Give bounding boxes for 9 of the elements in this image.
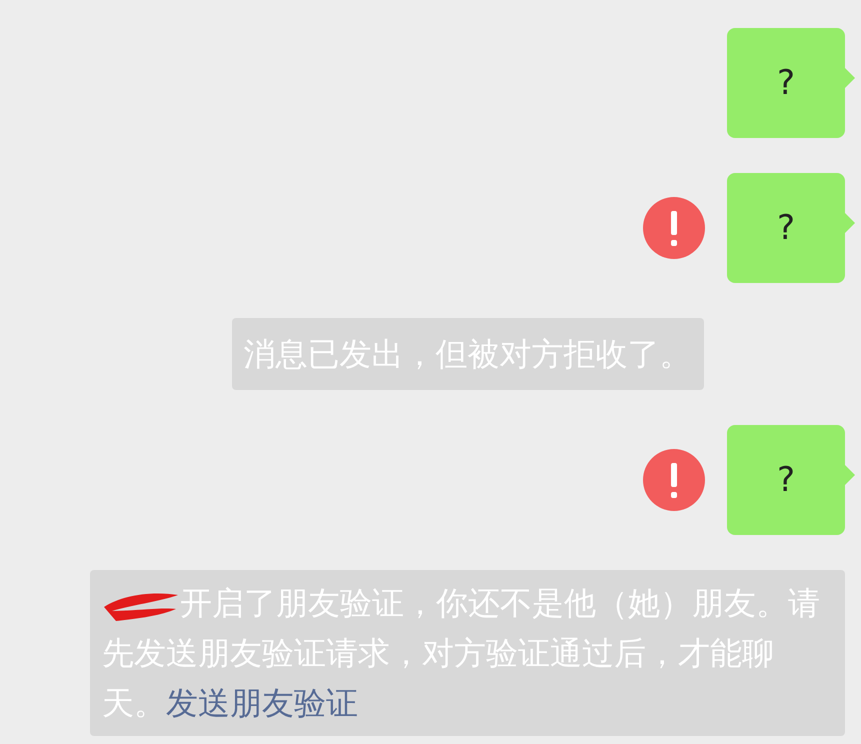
message-bubble: ? — [727, 425, 845, 535]
message-bubble: ? — [727, 173, 845, 283]
message-bubble: ? — [727, 28, 845, 138]
bubble-tail — [845, 465, 855, 485]
bubble-tail — [845, 68, 855, 88]
bubble-tail — [845, 213, 855, 233]
send-verification-link[interactable]: 发送朋友验证 — [166, 684, 358, 722]
error-icon[interactable] — [643, 197, 705, 259]
error-icon[interactable] — [643, 449, 705, 511]
